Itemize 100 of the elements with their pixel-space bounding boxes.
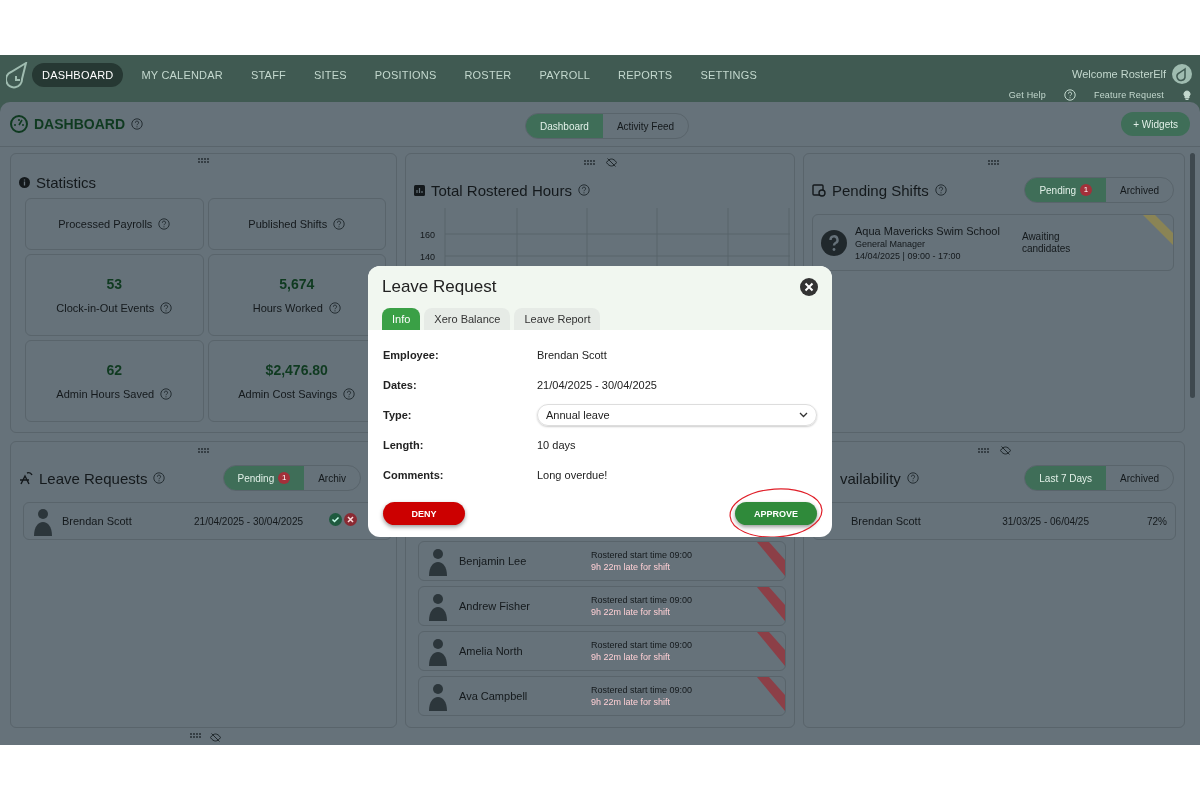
widget-title: Leave Requests [39, 469, 148, 487]
stat-label: Admin Hours Saved [56, 388, 155, 400]
dialog-tab[interactable]: Xero Balance [424, 308, 511, 330]
late-duration: 9h 22m late for shift [591, 697, 672, 707]
late-duration: 9h 22m late for shift [591, 607, 672, 617]
corner-ribbon [757, 632, 785, 666]
close-icon[interactable] [800, 278, 818, 296]
hide-eye-icon[interactable] [605, 157, 617, 167]
add-widgets-button[interactable]: + Widgets [1121, 112, 1190, 136]
drag-handle-icon[interactable] [988, 159, 1000, 165]
tab[interactable]: Archiv [304, 466, 360, 490]
site-name: Aqua Mavericks Swim School [855, 224, 1000, 237]
drag-handle-icon[interactable] [583, 159, 596, 165]
corner-ribbon [757, 677, 785, 711]
logo-icon[interactable] [6, 62, 28, 90]
nav-item[interactable]: PAYROLL [529, 63, 601, 87]
gauge-icon [10, 115, 28, 133]
dialog-tab[interactable]: Info [382, 308, 421, 330]
late-staff-row[interactable]: Benjamin Lee Rostered start time 09:00 9h 22m late for shift [418, 541, 786, 581]
calendar-clock-icon [812, 183, 826, 197]
rostered-time: Rostered start time 09:00 [591, 550, 694, 560]
help-icon[interactable] [577, 184, 590, 196]
avatar [427, 636, 449, 666]
stat-label: Published Shifts [248, 218, 328, 230]
help-icon[interactable] [158, 218, 171, 230]
nav-item[interactable]: SITES [303, 63, 357, 87]
nav-item[interactable]: ROSTER [454, 63, 522, 87]
dialog-tab[interactable]: Leave Report [514, 308, 601, 330]
stat-label: Processed Payrolls [58, 218, 153, 230]
tab[interactable]: Archived [1106, 178, 1173, 202]
get-help-link[interactable]: Get Help [1008, 90, 1046, 100]
hide-eye-icon[interactable] [210, 733, 221, 742]
hide-eye-icon[interactable] [999, 445, 1011, 455]
late-staff-row[interactable]: Ava Campbell Rostered start time 09:00 9h 22m late for shift [418, 676, 786, 716]
tab[interactable]: Pending 1 [1025, 178, 1107, 202]
widget-title: Statistics [36, 174, 96, 192]
employee-name: Brendan Scott [851, 515, 921, 527]
stat-value: 62 [106, 362, 123, 378]
stat-label: Hours Worked [252, 302, 323, 314]
field-label: Length: [383, 439, 425, 451]
nav-item[interactable]: REPORTS [608, 63, 683, 87]
help-icon[interactable] [333, 218, 346, 230]
field-label: Dates: [383, 379, 418, 391]
profile-avatar[interactable] [1172, 64, 1192, 84]
help-icon[interactable] [328, 302, 341, 314]
employee-name: Ava Campbell [459, 690, 528, 702]
drag-handle-icon[interactable] [190, 733, 202, 738]
stat-value: 53 [106, 276, 123, 292]
approve-check-icon[interactable] [329, 513, 342, 526]
shift-card[interactable]: Aqua Mavericks Swim School General Manager 14/04/2025 | 09:00 - 17:00 Awaiting candidates [812, 214, 1174, 271]
nav-item[interactable]: DASHBOARD [32, 63, 124, 87]
help-icon[interactable] [160, 388, 173, 400]
lightbulb-icon [1182, 89, 1192, 101]
tab[interactable]: Activity Feed [602, 114, 689, 138]
feature-request-link[interactable]: Feature Request [1093, 90, 1164, 100]
tab[interactable]: Dashboard [526, 114, 603, 138]
help-icon[interactable] [131, 118, 143, 130]
nav-item[interactable]: POSITIONS [364, 63, 447, 87]
help-icon[interactable] [906, 472, 919, 484]
availability-percent: 72% [1147, 515, 1167, 527]
nav-item[interactable]: MY CALENDAR [131, 63, 233, 87]
help-icon[interactable] [160, 302, 173, 314]
deny-button[interactable]: DENY [383, 502, 465, 525]
help-icon[interactable] [934, 184, 947, 196]
rostered-time: Rostered start time 09:00 [591, 640, 694, 650]
field-label: Comments: [383, 469, 445, 481]
tab[interactable]: Archived [1106, 466, 1173, 490]
late-staff-row[interactable]: Andrew Fisher Rostered start time 09:00 9h 22m late for shift [418, 586, 786, 626]
availability-period: 31/03/25 - 06/04/25 [1002, 515, 1089, 527]
count-badge: 1 [1080, 184, 1093, 196]
drag-handle-icon[interactable] [977, 447, 990, 453]
corner-ribbon [757, 542, 785, 576]
nav-item[interactable]: SETTINGS [690, 63, 768, 87]
shift-status: Awaiting candidates [1021, 230, 1072, 255]
field-value: Brendan Scott [537, 349, 607, 361]
question-icon [821, 229, 847, 256]
stat-value: 5,674 [279, 276, 315, 292]
avatar [32, 506, 54, 536]
widget-title: vailability [840, 469, 901, 487]
scrollbar[interactable] [1190, 153, 1195, 398]
field-value: 10 days [537, 439, 576, 451]
drag-handle-icon[interactable] [197, 447, 210, 453]
help-icon[interactable] [153, 472, 166, 484]
tab[interactable]: Pending 1 [223, 466, 305, 490]
stat-value: $2,476.80 [265, 362, 328, 378]
rostered-time: Rostered start time 09:00 [591, 685, 694, 695]
employee-name: Andrew Fisher [459, 600, 530, 612]
help-icon[interactable] [343, 388, 356, 400]
employee-name: Amelia North [459, 645, 523, 657]
drag-handle-icon[interactable] [197, 158, 210, 164]
employee-name: Benjamin Lee [459, 555, 527, 567]
avatar [427, 681, 449, 711]
nav-item[interactable]: STAFF [240, 63, 296, 87]
reject-x-icon[interactable] [344, 513, 357, 526]
approve-button[interactable]: APPROVE [735, 502, 817, 525]
axis-tick-label: 140 [420, 252, 436, 262]
shift-time: 14/04/2025 | 09:00 - 17:00 [855, 250, 962, 261]
page-title: DASHBOARD [34, 116, 125, 132]
tab[interactable]: Last 7 Days [1025, 466, 1107, 490]
late-staff-row[interactable]: Amelia North Rostered start time 09:00 9h 22m late for shift [418, 631, 786, 671]
